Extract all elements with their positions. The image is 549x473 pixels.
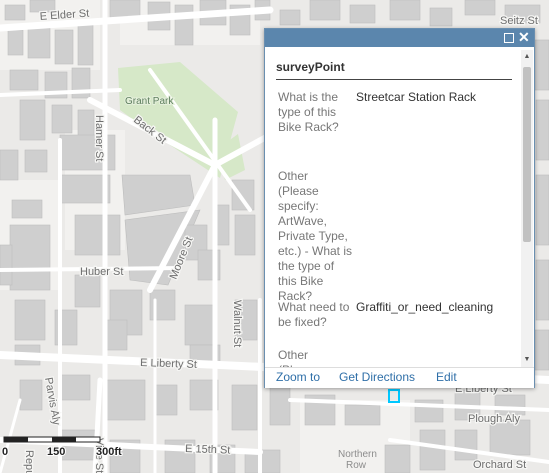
scalebar-label-150: 150 <box>47 446 65 458</box>
street-label-plough: Plough Aly <box>468 413 520 425</box>
scroll-down-arrow-icon[interactable]: ▼ <box>521 355 533 365</box>
title-divider <box>276 79 512 80</box>
popup-content[interactable]: surveyPoint What is the type of this Bik… <box>265 47 520 369</box>
field-name: Other (Please specify: ArtWave, Private … <box>278 169 353 303</box>
maximize-icon[interactable] <box>504 33 514 43</box>
grant-park-label: Grant Park <box>125 96 174 107</box>
feature-popup[interactable]: ✕ surveyPoint What is the type of this B… <box>264 28 535 388</box>
zoom-to-link[interactable]: Zoom to <box>276 370 320 384</box>
field-name: What is the type of this Bike Rack? <box>278 90 339 134</box>
edit-link[interactable]: Edit <box>436 370 457 384</box>
field-name: Other (Please specify) - <box>278 348 319 369</box>
field-value: Streetcar Station Rack <box>356 90 477 104</box>
scroll-up-arrow-icon[interactable]: ▲ <box>521 52 533 62</box>
street-label-liberty: E Liberty St <box>140 357 197 371</box>
street-label-huber: Huber St <box>80 266 123 278</box>
get-directions-link[interactable]: Get Directions <box>339 370 415 384</box>
street-label-walnut: Walnut St <box>231 300 243 347</box>
poi-label-line1: Northern <box>338 449 377 460</box>
scalebar-label-0: 0 <box>2 446 8 458</box>
scalebar-label-300ft: 300ft <box>96 446 122 458</box>
popup-title: surveyPoint <box>276 60 345 74</box>
poi-label-line2: Row <box>346 460 367 471</box>
field-value: Graffiti_or_need_cleaning <box>356 300 494 314</box>
scroll-thumb[interactable] <box>523 67 531 242</box>
popup-titlebar: ✕ <box>265 29 534 47</box>
popup-scrollbar[interactable]: ▲ ▼ <box>521 50 533 367</box>
street-label-orchard: Orchard St <box>473 459 526 471</box>
close-icon[interactable]: ✕ <box>518 30 530 44</box>
popup-actions: Zoom to Get Directions Edit <box>265 367 534 388</box>
field-name: What need to be fixed? <box>278 300 350 329</box>
street-label-hamer: Hamer St <box>93 115 105 161</box>
street-label-seitz: Seitz St <box>500 15 538 27</box>
street-label-republic: Republic <box>23 450 35 473</box>
street-label-e15: E 15th St <box>185 443 231 457</box>
